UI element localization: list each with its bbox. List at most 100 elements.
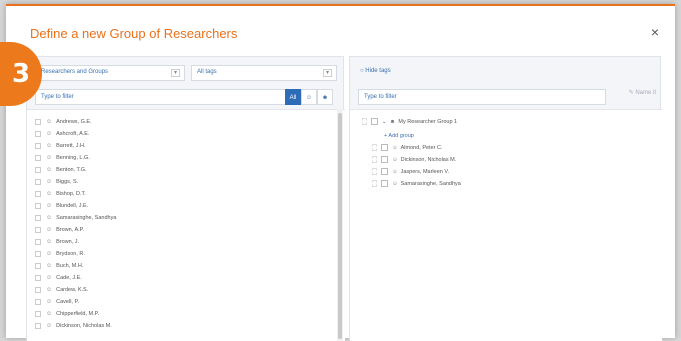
person-icon: ☺	[46, 131, 53, 137]
list-item[interactable]: ☺ Barrett, J.H.	[35, 140, 85, 152]
list-item[interactable]: ☺ Samarasinghe, Sandhya	[35, 212, 116, 224]
row-handle-icon	[35, 263, 41, 269]
person-icon: ☺	[392, 144, 398, 151]
researcher-name: Andrews, G.E.	[56, 119, 92, 125]
person-icon: ☺	[46, 167, 53, 173]
dialog-title: Define a new Group of Researchers	[30, 26, 238, 41]
name-it-button[interactable]: ✎ Name it	[629, 89, 656, 96]
researcher-name: Chipperfield, M.P.	[56, 311, 100, 317]
chevron-down-icon[interactable]: ⌄	[382, 119, 387, 125]
member-checkbox[interactable]	[381, 168, 388, 175]
drag-handle-icon[interactable]	[372, 168, 377, 175]
chevron-down-icon: ▾	[171, 69, 180, 77]
group-row[interactable]: ⌄ ☻ My Researcher Group 1	[362, 116, 457, 127]
list-item[interactable]: ☺ Brown, A.P.	[35, 224, 84, 236]
researcher-filter-input[interactable]: Type to filter	[35, 89, 289, 105]
tags-select[interactable]: All tags ▾	[191, 65, 337, 81]
hide-tags-toggle[interactable]: ○ Hide tags	[360, 68, 391, 74]
list-item[interactable]: ☺ Ashcroft, A.E.	[35, 128, 89, 140]
person-icon: ☺	[46, 287, 53, 293]
hide-tags-label: Hide tags	[365, 68, 391, 74]
person-icon: ☺	[392, 168, 398, 175]
researcher-name: Samarasinghe, Sandhya	[56, 215, 117, 221]
member-checkbox[interactable]	[381, 180, 388, 187]
group-member-row[interactable]: ☺ Samarasinghe, Sandhya	[372, 178, 461, 189]
list-item[interactable]: ☺ Cavell, P.	[35, 296, 79, 308]
row-handle-icon	[35, 311, 41, 317]
row-handle-icon	[35, 143, 41, 149]
group-member-row[interactable]: ☺ Almond, Peter C.	[372, 142, 443, 153]
group-checkbox[interactable]	[371, 118, 378, 125]
researcher-name: Blundell, J.E.	[56, 203, 89, 209]
group-icon: ☻	[389, 118, 396, 125]
row-handle-icon	[35, 299, 41, 305]
researcher-name: Cade, J.E.	[56, 275, 82, 281]
person-icon: ☺	[46, 299, 53, 305]
person-icon: ☺	[46, 119, 53, 125]
researcher-list: ☺ Andrews, G.E. ☺ Ashcroft, A.E. ☺ Barrett,…	[27, 109, 345, 341]
list-item[interactable]: ☺ Cade, J.E.	[35, 272, 82, 284]
person-icon: ☺	[46, 179, 53, 185]
list-item[interactable]: ☺ Dickinson, Nicholas M.	[35, 320, 112, 332]
drag-handle-icon[interactable]	[372, 144, 377, 151]
name-it-label: Name it	[635, 90, 656, 96]
list-item[interactable]: ☺ Brydson, R.	[35, 248, 85, 260]
person-icon: ☺	[46, 263, 53, 269]
row-handle-icon	[35, 251, 41, 257]
list-item[interactable]: ☺ Chipperfield, M.P.	[35, 308, 99, 320]
drag-handle-icon[interactable]	[372, 156, 377, 163]
define-group-dialog: Define a new Group of Researchers × Rese…	[6, 4, 675, 341]
list-item[interactable]: ☺ Biggs, S.	[35, 176, 78, 188]
group-name: My Researcher Group 1	[398, 118, 458, 125]
researcher-name: Benton, T.G.	[56, 167, 87, 173]
person-icon[interactable]: ☺	[301, 89, 317, 105]
list-item[interactable]: ☺ Benton, T.G.	[35, 164, 87, 176]
group-filter-placeholder: Type to filter	[364, 94, 397, 100]
person-icon: ☺	[46, 191, 53, 197]
researcher-type-select[interactable]: Researchers and Groups ▾	[35, 65, 185, 81]
chevron-down-icon: ▾	[323, 69, 332, 77]
group-pane: ○ Hide tags Type to filter ✎ Name it ⌄ ☻…	[349, 56, 662, 341]
list-item[interactable]: ☺ Brown, J.	[35, 236, 79, 248]
person-icon: ☺	[46, 251, 53, 257]
list-item[interactable]: ☺ Blundell, J.E.	[35, 200, 88, 212]
person-icon: ☺	[46, 239, 53, 245]
add-group-link[interactable]: + Add group	[384, 130, 414, 141]
person-icon: ☺	[46, 323, 53, 329]
list-item[interactable]: ☺ Benning, L.G.	[35, 152, 90, 164]
member-checkbox[interactable]	[381, 156, 388, 163]
researcher-name: Cavell, P.	[56, 299, 79, 305]
member-checkbox[interactable]	[381, 144, 388, 151]
person-icon: ☺	[46, 275, 53, 281]
close-icon[interactable]: ×	[651, 24, 659, 40]
row-handle-icon	[35, 287, 41, 293]
group-icon[interactable]: ☻	[317, 89, 333, 105]
list-item[interactable]: ☺ Buch, M.H.	[35, 260, 83, 272]
list-item[interactable]: ☺ Bishop, D.T.	[35, 188, 86, 200]
scrollbar-thumb[interactable]	[338, 113, 342, 339]
row-handle-icon	[35, 227, 41, 233]
person-icon: ☺	[46, 203, 53, 209]
list-item[interactable]: ☺ Cardew, K.S.	[35, 284, 88, 296]
researcher-name: Ashcroft, A.E.	[56, 131, 90, 137]
researcher-name: Biggs, S.	[56, 179, 79, 185]
researcher-name: Barrett, J.H.	[56, 143, 86, 149]
group-member-row[interactable]: ☺ Jaspers, Marleen V.	[372, 166, 449, 177]
researcher-name: Brown, A.P.	[56, 227, 85, 233]
row-handle-icon	[35, 131, 41, 137]
list-item[interactable]: ☺ Andrews, G.E.	[35, 116, 92, 128]
researcher-list-scrollbar[interactable]	[337, 109, 343, 341]
researcher-name: Brown, J.	[56, 239, 80, 245]
researcher-name: Cardew, K.S.	[56, 287, 89, 293]
researcher-name: Bishop, D.T.	[56, 191, 86, 197]
row-handle-icon	[35, 155, 41, 161]
show-all-button[interactable]: All	[285, 89, 301, 105]
group-member-row[interactable]: ☺ Dickinson, Nicholas M.	[372, 154, 456, 165]
person-icon: ☺	[46, 143, 53, 149]
researcher-name: Benning, L.G.	[56, 155, 90, 161]
group-filter-input[interactable]: Type to filter	[358, 89, 606, 105]
drag-handle-icon[interactable]	[362, 118, 367, 125]
person-icon: ☺	[46, 311, 53, 317]
member-name: Samarasinghe, Sandhya	[400, 180, 461, 187]
drag-handle-icon[interactable]	[372, 180, 377, 187]
